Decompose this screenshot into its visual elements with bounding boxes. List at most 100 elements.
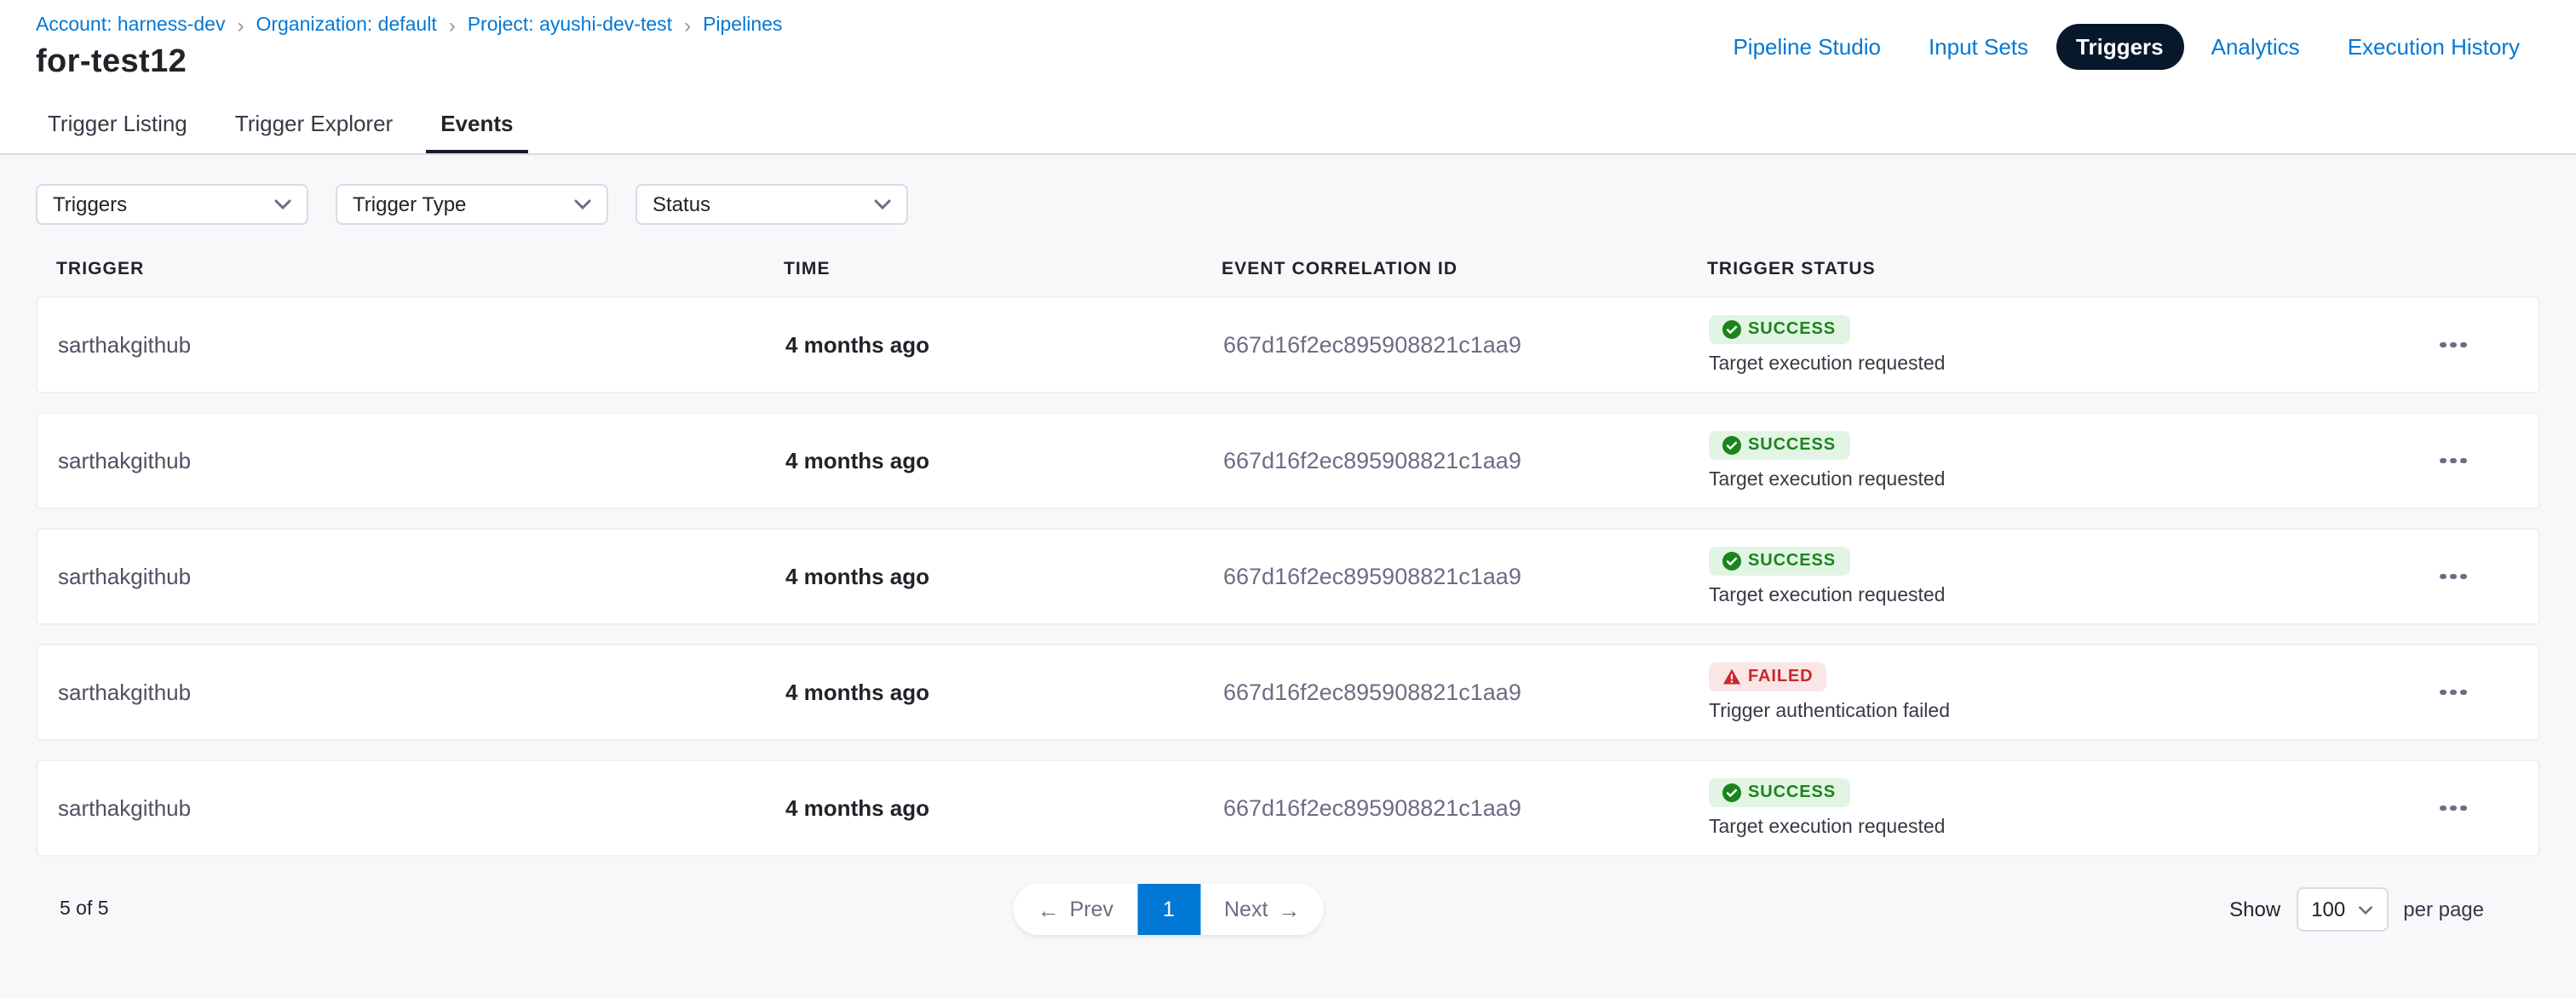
col-time: TIME	[784, 259, 1222, 279]
pagination-summary: 5 of 5	[60, 899, 109, 920]
nav-input-sets[interactable]: Input Sets	[1908, 24, 2049, 70]
filter-trigger-type[interactable]: Trigger Type	[336, 184, 608, 225]
warning-triangle-icon	[1722, 668, 1741, 686]
trigger-status-cell: SUCCESS Target execution requested	[1709, 315, 2368, 375]
status-badge: SUCCESS	[1709, 431, 1849, 460]
status-badge: SUCCESS	[1709, 547, 1849, 576]
trigger-name: sarthakgithub	[58, 680, 785, 705]
row-menu-cell	[2368, 676, 2539, 709]
pipeline-module-nav: Pipeline Studio Input Sets Triggers Anal…	[1712, 24, 2540, 70]
status-detail: Target execution requested	[1709, 586, 1945, 606]
pager: ← Prev 1 Next →	[1014, 884, 1325, 935]
status-badge: SUCCESS	[1709, 315, 1849, 344]
page-1-button[interactable]: 1	[1137, 884, 1200, 935]
nav-pipeline-studio[interactable]: Pipeline Studio	[1712, 24, 1900, 70]
trigger-status-cell: SUCCESS Target execution requested	[1709, 778, 2368, 838]
show-label: Show	[2229, 898, 2280, 921]
row-menu-button[interactable]	[2427, 329, 2481, 362]
status-label: SUCCESS	[1748, 552, 1836, 571]
nav-triggers[interactable]: Triggers	[2056, 24, 2184, 70]
row-menu-cell	[2368, 792, 2539, 825]
check-circle-icon	[1722, 783, 1741, 802]
page-header: Account: harness-dev › Organization: def…	[0, 0, 2576, 97]
check-circle-icon	[1722, 320, 1741, 339]
breadcrumb-link-pipelines[interactable]: Pipelines	[703, 15, 782, 36]
nav-analytics[interactable]: Analytics	[2191, 24, 2320, 70]
tabs: Trigger Listing Trigger Explorer Events	[0, 97, 2576, 155]
chevron-right-icon: ›	[684, 15, 691, 36]
event-correlation-id: 667d16f2ec895908821c1aa9	[1223, 332, 1709, 358]
status-detail: Target execution requested	[1709, 817, 1945, 838]
page-size-select[interactable]: 100	[2296, 887, 2388, 932]
col-trigger: TRIGGER	[56, 259, 784, 279]
tab-events[interactable]: Events	[425, 97, 528, 153]
status-detail: Target execution requested	[1709, 354, 1945, 375]
table-row: sarthakgithub 4 months ago 667d16f2ec895…	[36, 644, 2540, 741]
table-row: sarthakgithub 4 months ago 667d16f2ec895…	[36, 760, 2540, 857]
check-circle-icon	[1722, 552, 1741, 571]
status-badge: SUCCESS	[1709, 778, 1849, 807]
trigger-name: sarthakgithub	[58, 448, 785, 473]
chevron-right-icon: ›	[237, 15, 244, 36]
chevron-down-icon	[274, 199, 291, 209]
next-label: Next	[1224, 898, 1268, 921]
event-correlation-id: 667d16f2ec895908821c1aa9	[1223, 448, 1709, 473]
next-button[interactable]: Next →	[1200, 884, 1324, 935]
status-detail: Trigger authentication failed	[1709, 702, 1950, 722]
status-label: SUCCESS	[1748, 320, 1836, 339]
table-body: sarthakgithub 4 months ago 667d16f2ec895…	[36, 296, 2540, 857]
filters: Triggers Trigger Type Status	[36, 184, 2540, 225]
event-time: 4 months ago	[785, 795, 1223, 821]
chevron-down-icon	[2357, 905, 2372, 914]
status-label: FAILED	[1748, 668, 1814, 686]
row-menu-cell	[2368, 329, 2539, 362]
event-correlation-id: 667d16f2ec895908821c1aa9	[1223, 795, 1709, 821]
col-event-correlation-id: EVENT CORRELATION ID	[1222, 259, 1707, 279]
table-row: sarthakgithub 4 months ago 667d16f2ec895…	[36, 528, 2540, 625]
row-menu-button[interactable]	[2427, 445, 2481, 478]
trigger-name: sarthakgithub	[58, 795, 785, 821]
breadcrumb-link-project[interactable]: Project: ayushi-dev-test	[468, 15, 672, 36]
event-correlation-id: 667d16f2ec895908821c1aa9	[1223, 564, 1709, 589]
event-time: 4 months ago	[785, 564, 1223, 589]
status-badge: FAILED	[1709, 662, 1827, 691]
tab-trigger-listing[interactable]: Trigger Listing	[32, 97, 203, 153]
row-menu-button[interactable]	[2427, 560, 2481, 594]
trigger-status-cell: FAILED Trigger authentication failed	[1709, 662, 2368, 722]
status-label: SUCCESS	[1748, 783, 1836, 802]
arrow-left-icon: ←	[1038, 898, 1060, 921]
breadcrumb-link-account[interactable]: Account: harness-dev	[36, 15, 225, 36]
trigger-name: sarthakgithub	[58, 332, 785, 358]
filter-status[interactable]: Status	[635, 184, 908, 225]
arrow-right-icon: →	[1278, 898, 1300, 921]
event-time: 4 months ago	[785, 332, 1223, 358]
event-time: 4 months ago	[785, 680, 1223, 705]
breadcrumb-link-organization[interactable]: Organization: default	[256, 15, 436, 36]
row-menu-button[interactable]	[2427, 792, 2481, 825]
row-menu-cell	[2368, 445, 2539, 478]
row-menu-button[interactable]	[2427, 676, 2481, 709]
status-label: SUCCESS	[1748, 436, 1836, 455]
nav-execution-history[interactable]: Execution History	[2327, 24, 2540, 70]
filter-label: Status	[653, 192, 710, 216]
tab-trigger-explorer[interactable]: Trigger Explorer	[220, 97, 408, 153]
trigger-name: sarthakgithub	[58, 564, 785, 589]
trigger-status-cell: SUCCESS Target execution requested	[1709, 431, 2368, 490]
filter-label: Triggers	[53, 192, 127, 216]
filter-triggers[interactable]: Triggers	[36, 184, 308, 225]
trigger-status-cell: SUCCESS Target execution requested	[1709, 547, 2368, 606]
table-header: TRIGGER TIME EVENT CORRELATION ID TRIGGE…	[36, 259, 2540, 279]
chevron-down-icon	[874, 199, 891, 209]
app: Account: harness-dev › Organization: def…	[0, 0, 2576, 998]
per-page-label: per page	[2403, 898, 2484, 921]
prev-button[interactable]: ← Prev	[1014, 884, 1137, 935]
prev-label: Prev	[1070, 898, 1113, 921]
page-size-value: 100	[2311, 898, 2345, 921]
check-circle-icon	[1722, 436, 1741, 455]
status-detail: Target execution requested	[1709, 470, 1945, 490]
pagination-bar: 5 of 5 ← Prev 1 Next → Show 100 per page	[36, 884, 2540, 935]
chevron-down-icon	[574, 199, 591, 209]
events-content: Triggers Trigger Type Status TRIGGER TIM…	[0, 155, 2576, 935]
table-row: sarthakgithub 4 months ago 667d16f2ec895…	[36, 296, 2540, 393]
chevron-right-icon: ›	[449, 15, 456, 36]
